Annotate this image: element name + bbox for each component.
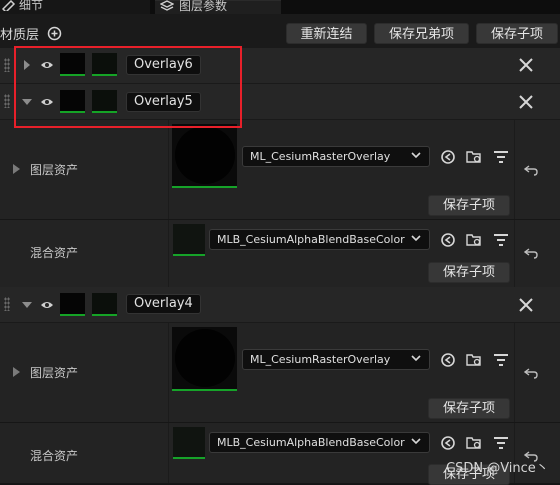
filter-icon[interactable] bbox=[493, 352, 509, 368]
browse-folder-icon[interactable] bbox=[466, 149, 482, 165]
reconnect-button[interactable]: 重新连结 bbox=[286, 23, 367, 44]
chevron-down-icon bbox=[411, 152, 421, 159]
label-column: 混合资产 bbox=[0, 220, 169, 287]
layer-asset-value: ML_CesiumRasterOverlay bbox=[250, 353, 391, 366]
filter-icon[interactable] bbox=[493, 149, 509, 165]
reset-icon[interactable] bbox=[524, 247, 538, 259]
blend-asset-label: 混合资产 bbox=[30, 246, 79, 260]
browse-back-icon[interactable] bbox=[440, 352, 456, 368]
layers-header: 材质层 重新连结 保存兄弟项 保存子项 bbox=[0, 14, 560, 50]
blend-asset-row: 混合资产 MLB_CesiumAlphaBlendBaseColor 保存子项 bbox=[0, 220, 560, 288]
browse-folder-icon[interactable] bbox=[466, 352, 482, 368]
layer-thumbnail bbox=[60, 293, 85, 316]
blend-asset-combo[interactable]: MLB_CesiumAlphaBlendBaseColor bbox=[209, 432, 430, 453]
layer-asset-thumbnail[interactable] bbox=[172, 327, 237, 391]
drag-handle[interactable] bbox=[4, 297, 10, 311]
chevron-down-icon bbox=[411, 438, 421, 445]
blend-asset-value: MLB_CesiumAlphaBlendBaseColor bbox=[217, 436, 405, 449]
tab-details-label: 细节 bbox=[19, 0, 44, 12]
chevron-down-icon bbox=[411, 235, 421, 242]
drag-handle[interactable] bbox=[4, 58, 10, 72]
tab-layer-parameters-label: 图层参数 bbox=[179, 0, 228, 13]
layer-asset-label: 图层资产 bbox=[30, 163, 79, 177]
browse-back-icon[interactable] bbox=[440, 149, 456, 165]
layer-asset-label: 图层资产 bbox=[30, 366, 79, 380]
expand-arrow-icon[interactable] bbox=[22, 301, 32, 309]
visibility-eye-icon[interactable] bbox=[40, 300, 54, 310]
details-icon bbox=[2, 0, 16, 11]
reset-icon[interactable] bbox=[524, 164, 538, 176]
layer-asset-thumbnail[interactable] bbox=[172, 124, 237, 188]
tab-details[interactable]: 细节 bbox=[0, 0, 150, 14]
save-children-button[interactable]: 保存子项 bbox=[428, 195, 510, 216]
watermark-text: CSDN @Vince丶 bbox=[446, 461, 549, 476]
expand-arrow-icon[interactable] bbox=[13, 164, 20, 174]
chevron-down-icon bbox=[411, 355, 421, 362]
blend-asset-value: MLB_CesiumAlphaBlendBaseColor bbox=[217, 233, 405, 246]
layer-name-field[interactable]: Overlay4 bbox=[126, 294, 201, 314]
browse-back-icon[interactable] bbox=[440, 435, 456, 451]
close-icon[interactable] bbox=[519, 298, 533, 312]
tab-layer-parameters[interactable]: 图层参数 bbox=[155, 0, 281, 15]
blend-asset-thumbnail[interactable] bbox=[173, 224, 205, 256]
label-column: 混合资产 bbox=[0, 423, 169, 483]
blend-asset-label: 混合资产 bbox=[30, 449, 79, 463]
save-children-button[interactable]: 保存子项 bbox=[428, 262, 510, 283]
section-label: 材质层 bbox=[0, 28, 40, 43]
browse-folder-icon[interactable] bbox=[466, 435, 482, 451]
layers-icon bbox=[160, 0, 174, 11]
reset-column bbox=[514, 323, 560, 422]
highlight-annotation-box bbox=[14, 46, 242, 128]
blend-thumbnail bbox=[92, 293, 117, 316]
drag-handle[interactable] bbox=[4, 94, 10, 108]
reset-column bbox=[514, 220, 560, 287]
layer-asset-value: ML_CesiumRasterOverlay bbox=[250, 150, 391, 163]
close-icon[interactable] bbox=[519, 95, 533, 109]
layer-asset-row: 图层资产 ML_CesiumRasterOverlay 保存子项 bbox=[0, 120, 560, 220]
browse-folder-icon[interactable] bbox=[466, 232, 482, 248]
browse-back-icon[interactable] bbox=[440, 232, 456, 248]
add-circle-icon[interactable] bbox=[47, 26, 62, 41]
blend-asset-thumbnail[interactable] bbox=[173, 427, 205, 459]
close-icon[interactable] bbox=[519, 58, 533, 72]
reset-icon[interactable] bbox=[524, 367, 538, 379]
layer-asset-combo[interactable]: ML_CesiumRasterOverlay bbox=[242, 146, 430, 167]
layer-asset-row: 图层资产 ML_CesiumRasterOverlay 保存子项 bbox=[0, 323, 560, 423]
save-siblings-button[interactable]: 保存兄弟项 bbox=[374, 23, 469, 44]
save-children-button[interactable]: 保存子项 bbox=[476, 23, 558, 44]
filter-icon[interactable] bbox=[493, 232, 509, 248]
label-column: 图层资产 bbox=[0, 323, 169, 422]
layer-asset-combo[interactable]: ML_CesiumRasterOverlay bbox=[242, 349, 430, 370]
reset-column bbox=[514, 120, 560, 219]
expand-arrow-icon[interactable] bbox=[13, 367, 20, 377]
label-column: 图层资产 bbox=[0, 120, 169, 219]
tab-bar: 细节 图层参数 bbox=[0, 0, 560, 15]
layer-row-overlay4[interactable]: Overlay4 bbox=[0, 287, 560, 323]
blend-asset-combo[interactable]: MLB_CesiumAlphaBlendBaseColor bbox=[209, 229, 430, 250]
save-children-button[interactable]: 保存子项 bbox=[428, 398, 510, 419]
filter-icon[interactable] bbox=[493, 435, 509, 451]
